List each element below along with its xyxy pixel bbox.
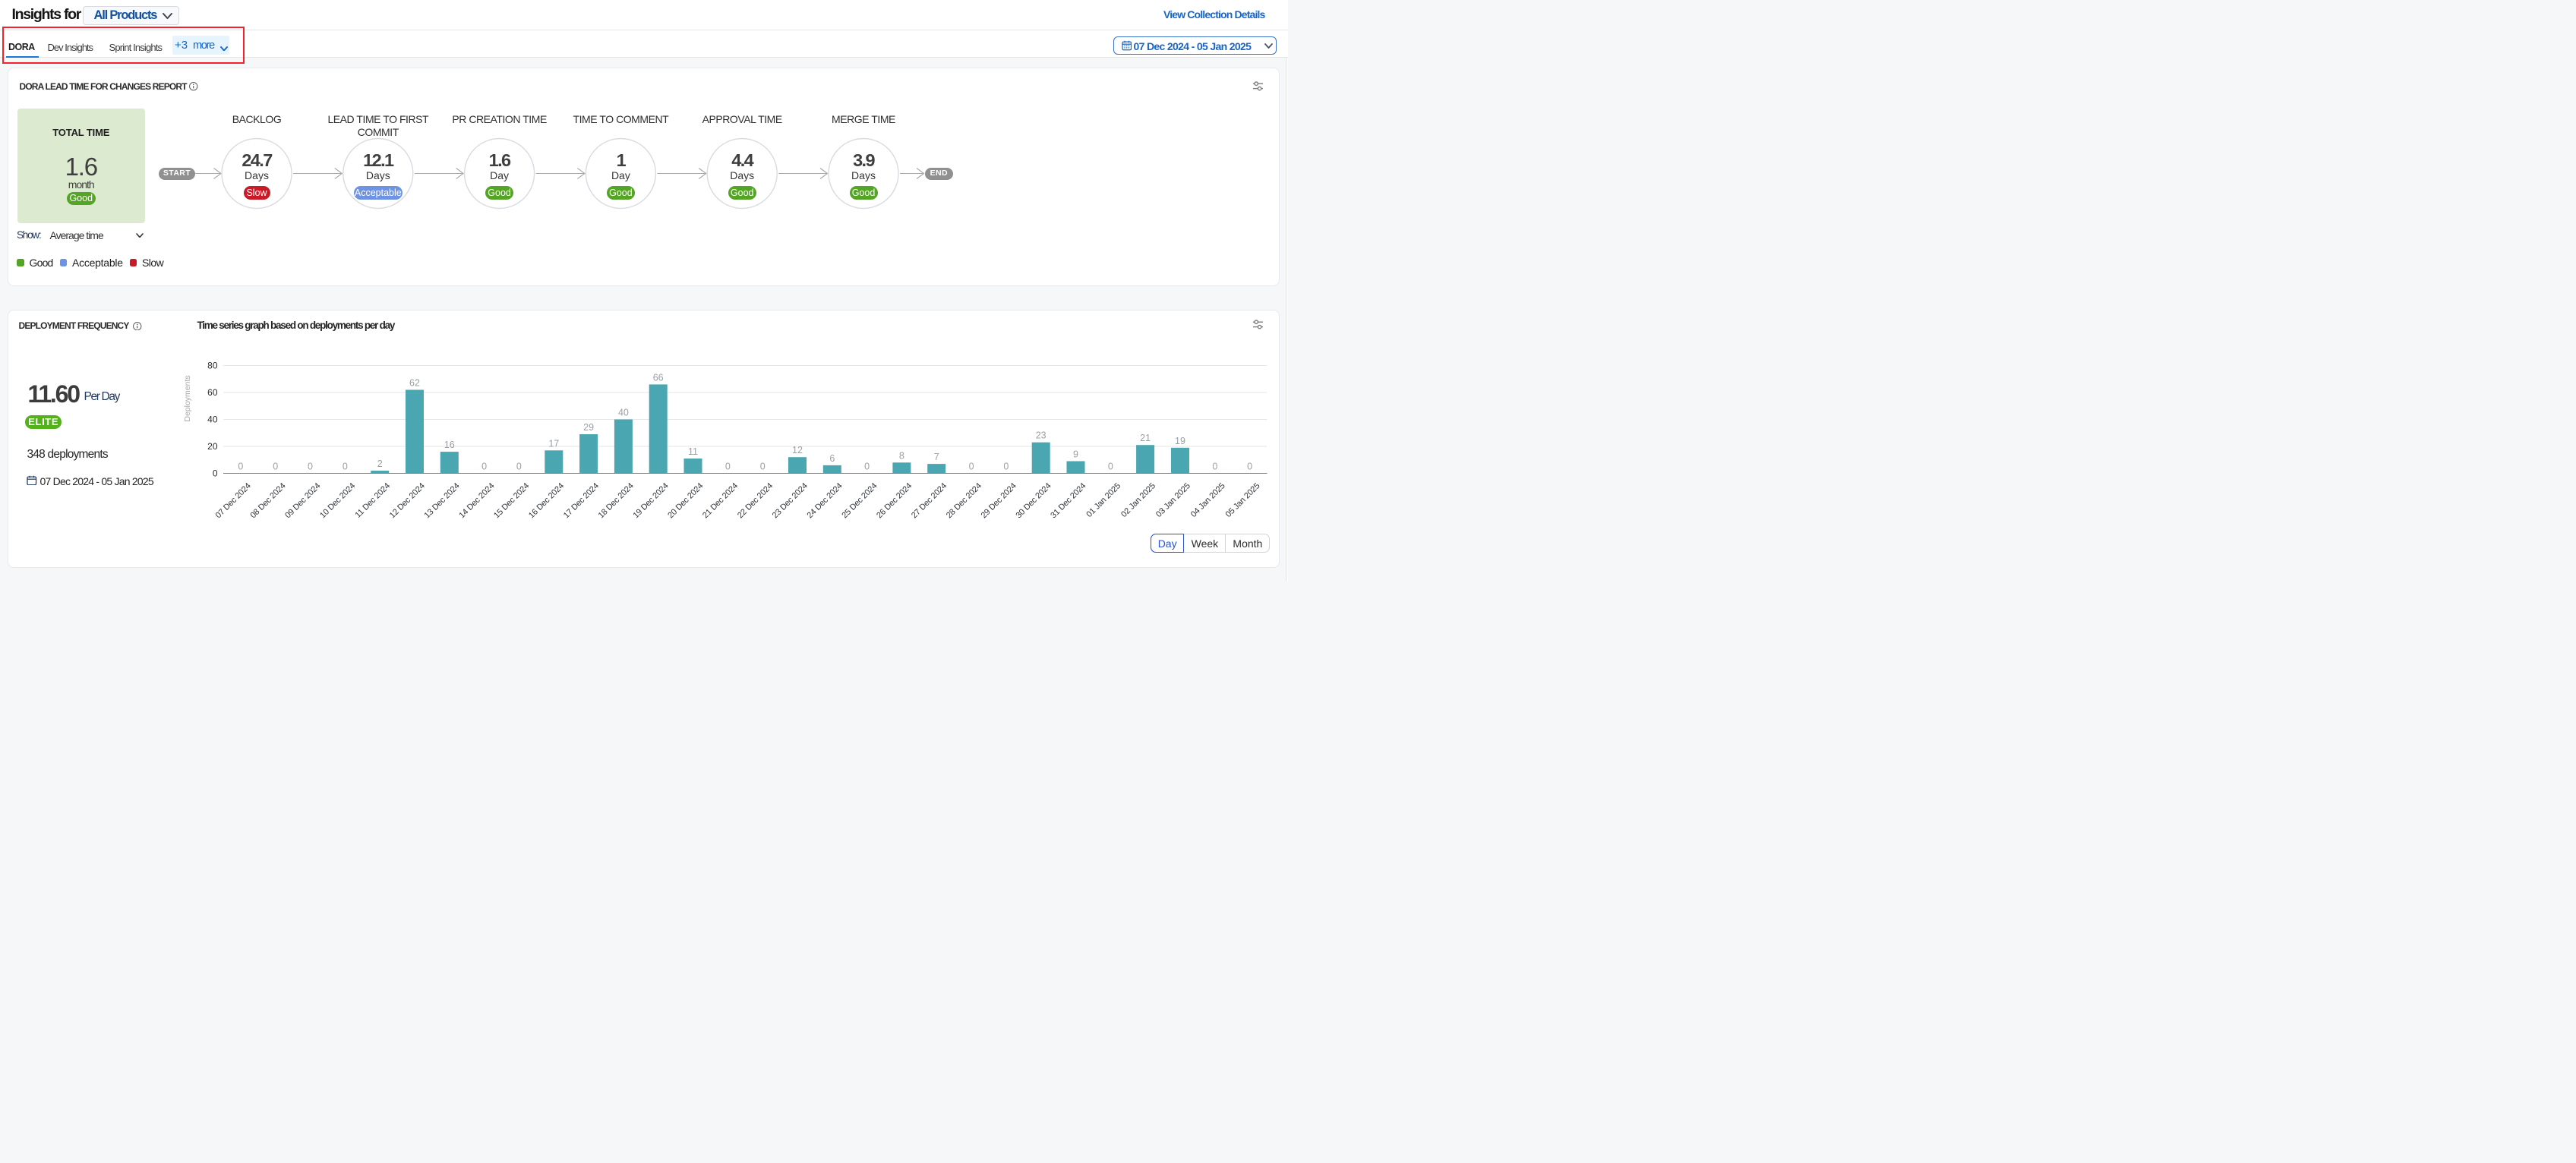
svg-text:20 Dec 2024: 20 Dec 2024 — [666, 481, 705, 520]
svg-text:19 Dec 2024: 19 Dec 2024 — [631, 481, 670, 520]
svg-text:19: 19 — [1175, 436, 1185, 446]
svg-text:12 Dec 2024: 12 Dec 2024 — [388, 481, 427, 520]
svg-text:0: 0 — [481, 462, 487, 472]
svg-text:40: 40 — [618, 408, 629, 418]
svg-text:18 Dec 2024: 18 Dec 2024 — [597, 481, 636, 520]
svg-text:80: 80 — [207, 360, 218, 370]
svg-text:02 Jan 2025: 02 Jan 2025 — [1119, 481, 1157, 519]
svg-text:16 Dec 2024: 16 Dec 2024 — [527, 481, 566, 520]
svg-text:27 Dec 2024: 27 Dec 2024 — [910, 481, 949, 520]
svg-text:0: 0 — [760, 462, 766, 472]
svg-text:05 Jan 2025: 05 Jan 2025 — [1224, 481, 1262, 519]
svg-text:0: 0 — [516, 462, 522, 472]
svg-text:0: 0 — [308, 462, 313, 472]
svg-text:0: 0 — [725, 462, 731, 472]
svg-text:0: 0 — [864, 462, 870, 472]
svg-text:40: 40 — [207, 414, 218, 424]
svg-text:03 Jan 2025: 03 Jan 2025 — [1154, 481, 1192, 519]
svg-text:2: 2 — [377, 459, 383, 469]
svg-text:15 Dec 2024: 15 Dec 2024 — [492, 481, 531, 520]
svg-text:21 Dec 2024: 21 Dec 2024 — [701, 481, 740, 520]
svg-text:7: 7 — [934, 452, 939, 462]
svg-text:0: 0 — [1212, 462, 1217, 472]
svg-text:9: 9 — [1073, 449, 1078, 460]
svg-text:66: 66 — [653, 372, 664, 383]
svg-text:0: 0 — [213, 468, 218, 478]
svg-text:04 Jan 2025: 04 Jan 2025 — [1189, 481, 1227, 519]
svg-text:08 Dec 2024: 08 Dec 2024 — [248, 481, 287, 520]
svg-text:23 Dec 2024: 23 Dec 2024 — [771, 481, 810, 520]
svg-text:0: 0 — [238, 462, 243, 472]
svg-text:22 Dec 2024: 22 Dec 2024 — [736, 481, 775, 520]
svg-text:28 Dec 2024: 28 Dec 2024 — [945, 481, 983, 520]
svg-text:14 Dec 2024: 14 Dec 2024 — [457, 481, 496, 520]
svg-text:10 Dec 2024: 10 Dec 2024 — [318, 481, 357, 520]
svg-text:21: 21 — [1140, 433, 1151, 443]
svg-text:16: 16 — [444, 440, 455, 450]
svg-text:11: 11 — [688, 446, 698, 457]
svg-text:23: 23 — [1036, 430, 1046, 441]
svg-text:6: 6 — [829, 453, 835, 464]
svg-text:17 Dec 2024: 17 Dec 2024 — [562, 481, 601, 520]
svg-text:25 Dec 2024: 25 Dec 2024 — [840, 481, 879, 520]
svg-text:8: 8 — [899, 450, 904, 461]
svg-text:29 Dec 2024: 29 Dec 2024 — [980, 481, 1018, 520]
svg-text:20: 20 — [207, 441, 218, 452]
svg-text:01 Jan 2025: 01 Jan 2025 — [1084, 481, 1122, 519]
svg-text:Deployments: Deployments — [183, 375, 192, 421]
svg-text:07 Dec 2024: 07 Dec 2024 — [214, 481, 253, 520]
svg-text:29: 29 — [583, 422, 594, 433]
svg-text:31 Dec 2024: 31 Dec 2024 — [1049, 481, 1088, 520]
svg-text:62: 62 — [409, 378, 420, 389]
svg-text:0: 0 — [1247, 462, 1252, 472]
svg-text:0: 0 — [343, 462, 348, 472]
svg-text:11 Dec 2024: 11 Dec 2024 — [354, 481, 393, 520]
svg-text:17: 17 — [548, 438, 559, 449]
svg-text:13 Dec 2024: 13 Dec 2024 — [423, 481, 462, 520]
svg-text:0: 0 — [1003, 462, 1009, 472]
svg-text:60: 60 — [207, 387, 218, 398]
svg-text:0: 0 — [969, 462, 974, 472]
svg-text:26 Dec 2024: 26 Dec 2024 — [875, 481, 914, 520]
svg-text:30 Dec 2024: 30 Dec 2024 — [1014, 481, 1053, 520]
svg-text:24 Dec 2024: 24 Dec 2024 — [806, 481, 844, 520]
svg-text:0: 0 — [273, 462, 278, 472]
svg-text:12: 12 — [792, 445, 803, 455]
svg-text:09 Dec 2024: 09 Dec 2024 — [283, 481, 322, 520]
svg-text:0: 0 — [1108, 462, 1113, 472]
